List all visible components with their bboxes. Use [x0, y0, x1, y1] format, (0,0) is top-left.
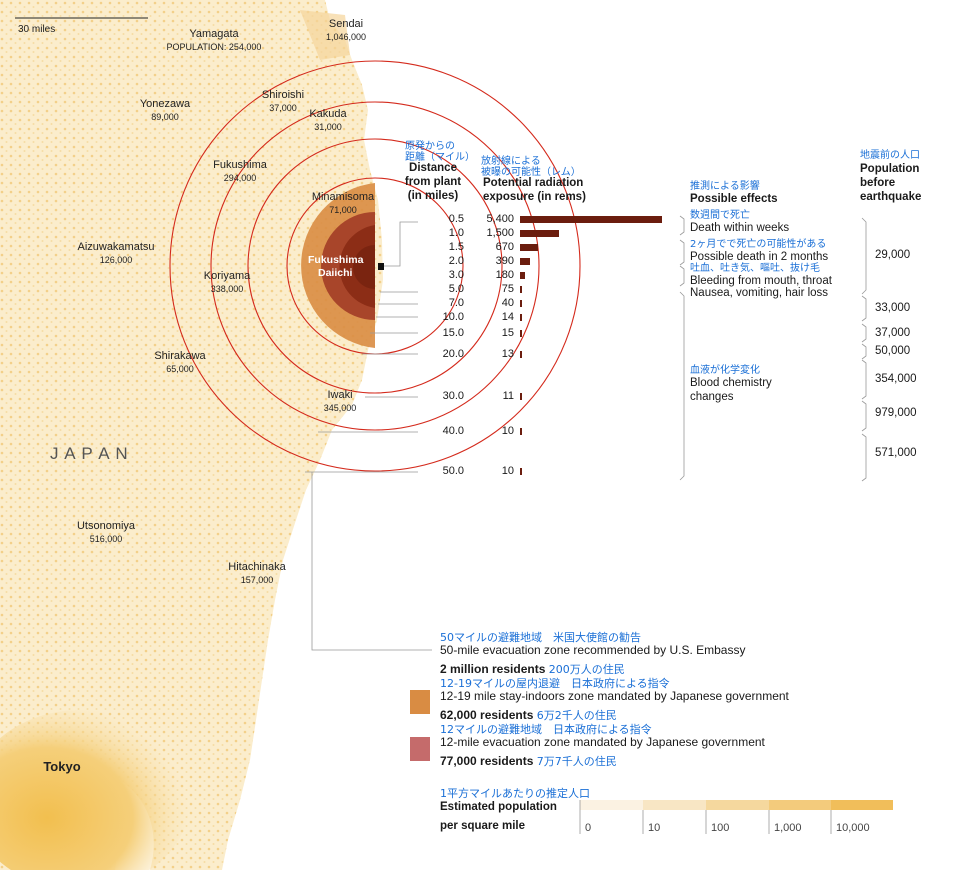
population-value: 50,000: [875, 345, 911, 357]
city-tokyo: Tokyo: [43, 759, 81, 774]
distance-label: 5.0: [448, 283, 464, 295]
dose-label: 670: [495, 241, 514, 253]
density-swatch-3: [706, 800, 769, 810]
distance-label: 30.0: [442, 390, 464, 402]
city-iwaki: Iwaki 345,000: [323, 389, 357, 413]
city-utsonomiya: Utsonomiya 516,000: [76, 520, 136, 544]
density-swatch-2: [643, 800, 706, 810]
dose-label: 1,500: [486, 227, 514, 239]
distance-label: 15.0: [442, 327, 464, 339]
exposure-bar: [520, 393, 522, 400]
exposure-bar: [520, 286, 522, 293]
distance-header-jp: 原発からの 距離（マイル）: [405, 141, 475, 163]
population-value: 33,000: [875, 302, 911, 314]
exposure-bar: [520, 300, 522, 307]
dose-label: 75: [501, 283, 514, 295]
city-fukushima: Fukushima 294,000: [213, 159, 267, 183]
distance-label: 50.0: [442, 465, 464, 477]
population-brackets: [861, 217, 867, 482]
city-shiroishi: Shiroishi 37,000: [261, 89, 305, 113]
exposure-bar: [520, 244, 538, 251]
distance-label: 0.5: [448, 213, 464, 225]
distance-header: Distance from plant (in miles): [404, 162, 462, 202]
density-title: Estimated population per square mile: [440, 801, 557, 832]
density-tick: 100: [711, 822, 730, 834]
population-header-jp: 地震前の人口: [860, 150, 920, 161]
density-tick: 10,000: [836, 822, 870, 834]
legend-50-mile: 50マイルの避難地域 米国大使館の勧告 50-mile evacuation z…: [440, 631, 746, 676]
density-title-jp: 1平方マイルあたりの推定人口: [440, 787, 590, 800]
dose-label: 180: [495, 269, 514, 281]
effect-brackets: [679, 215, 685, 481]
city-yonezawa: Yonezawa 89,000: [139, 98, 191, 122]
effect-5: 血液が化学変化 Blood chemistry changes: [690, 365, 772, 403]
dose-label: 14: [501, 311, 514, 323]
exposure-bar: [520, 330, 522, 337]
exposure-bar: [520, 216, 662, 223]
country-label: J A P A N: [50, 444, 129, 463]
city-koriyama: Koriyama 338,000: [203, 270, 251, 294]
distance-label: 1.0: [448, 227, 464, 239]
population-value: 37,000: [875, 327, 911, 339]
exposure-bar: [520, 230, 560, 237]
exposure-header: Potential radiation exposure (in rems): [483, 177, 586, 203]
dose-label: 10: [501, 465, 514, 477]
effect-3: 吐血、吐き気、嘔吐、抜け毛 Bleeding from mouth, throat: [690, 263, 832, 287]
distance-label: 40.0: [442, 425, 464, 437]
city-shirakawa: Shirakawa 65,000: [154, 350, 206, 374]
city-aizuwakamatsu: Aizuwakamatsu 126,000: [77, 241, 155, 265]
exposure-bar: [520, 258, 531, 265]
effect-4: Nausea, vomiting, hair loss: [690, 287, 829, 299]
density-swatch-5: [831, 800, 893, 810]
density-swatch-1: [580, 800, 643, 810]
plant-label: Fukushima Daiichi: [308, 254, 364, 279]
city-hitachinaka: Hitachinaka 157,000: [228, 561, 286, 585]
distance-label: 10.0: [442, 311, 464, 323]
density-tick: 10: [648, 822, 661, 834]
dose-label: 390: [495, 255, 514, 267]
exposure-bar: [520, 272, 525, 279]
exposure-bar: [520, 468, 522, 475]
legend-12-mile: 12マイルの避難地域 日本政府による指令 12-mile evacuation …: [440, 723, 765, 768]
population-value: 979,000: [875, 407, 917, 419]
legend-swatch-19-mile: [410, 690, 430, 714]
density-swatch-4: [769, 800, 831, 810]
legend-19-mile: 12-19マイルの屋内退避 日本政府による指令 12-19 mile stay-…: [440, 677, 789, 722]
dose-label: 40: [501, 297, 514, 309]
dose-label: 10: [501, 425, 514, 437]
density-tick: 1,000: [774, 822, 802, 834]
exposure-bar: [520, 314, 522, 321]
city-minamisoma: Minamisoma 71,000: [311, 191, 375, 215]
population-value: 571,000: [875, 447, 917, 459]
distance-label: 2.0: [448, 255, 464, 267]
population-header: Population before earthquake: [860, 163, 922, 203]
legend-swatch-12-mile: [410, 737, 430, 761]
plant-marker: [378, 263, 384, 270]
dose-label: 11: [502, 390, 514, 402]
population-value: 29,000: [875, 249, 911, 261]
distance-label: 20.0: [442, 348, 464, 360]
effects-header-jp: 推測による影響: [690, 181, 760, 192]
city-yamagata: Yamagata POPULATION: 254,000: [166, 28, 262, 52]
effects-header: Possible effects: [690, 193, 778, 205]
scale-label: 30 miles: [18, 24, 56, 35]
exposure-bar: [520, 428, 522, 435]
dose-label: 13: [501, 348, 514, 360]
population-value: 354,000: [875, 373, 917, 385]
distance-label: 3.0: [448, 269, 464, 281]
effect-1: 数週間で死亡 Death within weeks: [690, 210, 790, 234]
effect-2: 2ヶ月でで死亡の可能性がある Possible death in 2 months: [690, 239, 829, 263]
dose-label: 5,400: [486, 213, 514, 225]
exposure-header-jp: 放射線による 被曝の可能性（レム）: [481, 156, 581, 178]
city-kakuda: Kakuda 31,000: [309, 108, 347, 132]
density-tick: 0: [585, 822, 592, 834]
city-sendai: Sendai 1,046,000: [325, 18, 367, 42]
distance-label: 7.0: [448, 297, 464, 309]
distance-label: 1.5: [448, 241, 464, 253]
dose-label: 15: [501, 327, 514, 339]
exposure-bar: [520, 351, 522, 358]
